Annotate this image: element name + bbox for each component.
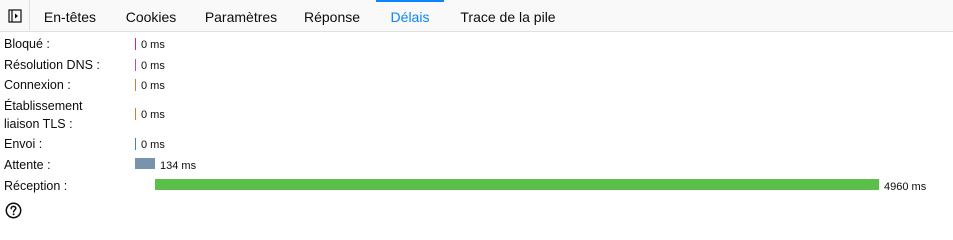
timing-label: Envoi : <box>4 137 43 151</box>
timing-value: 4960 ms <box>884 181 927 193</box>
sidebar-toggle-icon <box>7 8 22 23</box>
tab-response[interactable]: Réponse <box>290 0 374 31</box>
timing-label: Résolution DNS : <box>4 58 100 72</box>
help-icon <box>5 202 22 219</box>
timing-label: Établissement liaison TLS : <box>4 99 83 131</box>
timing-label: Réception : <box>4 179 68 193</box>
tab-stack-trace[interactable]: Trace de la pile <box>446 0 570 31</box>
timing-value: 0 ms <box>141 80 165 92</box>
timing-bar-wait <box>135 158 155 169</box>
tab-headers[interactable]: En-têtes <box>32 0 108 31</box>
timing-label: Attente : <box>4 158 51 172</box>
timing-label: Bloqué : <box>4 37 50 51</box>
timing-value: 0 ms <box>141 60 165 72</box>
timing-bar-connect <box>135 79 136 91</box>
timing-value: 0 ms <box>141 109 165 121</box>
timing-bar-tls <box>135 108 136 120</box>
timing-bar-send <box>135 138 136 150</box>
timing-value: 134 ms <box>160 160 197 172</box>
timing-label: Connexion : <box>4 78 71 92</box>
toggle-sidebar-button[interactable] <box>0 0 30 31</box>
timing-value: 0 ms <box>141 39 165 51</box>
tab-params[interactable]: Paramètres <box>194 0 288 31</box>
timing-bar-blocked <box>135 38 136 50</box>
timing-bar-receive <box>155 179 879 190</box>
timing-bar-dns <box>135 59 136 71</box>
timing-value: 0 ms <box>141 139 165 151</box>
help-button[interactable] <box>5 202 22 219</box>
tab-cookies[interactable]: Cookies <box>110 0 192 31</box>
tab-bar: En-têtes Cookies Paramètres Réponse Déla… <box>0 0 953 32</box>
tab-timings[interactable]: Délais <box>376 0 444 31</box>
